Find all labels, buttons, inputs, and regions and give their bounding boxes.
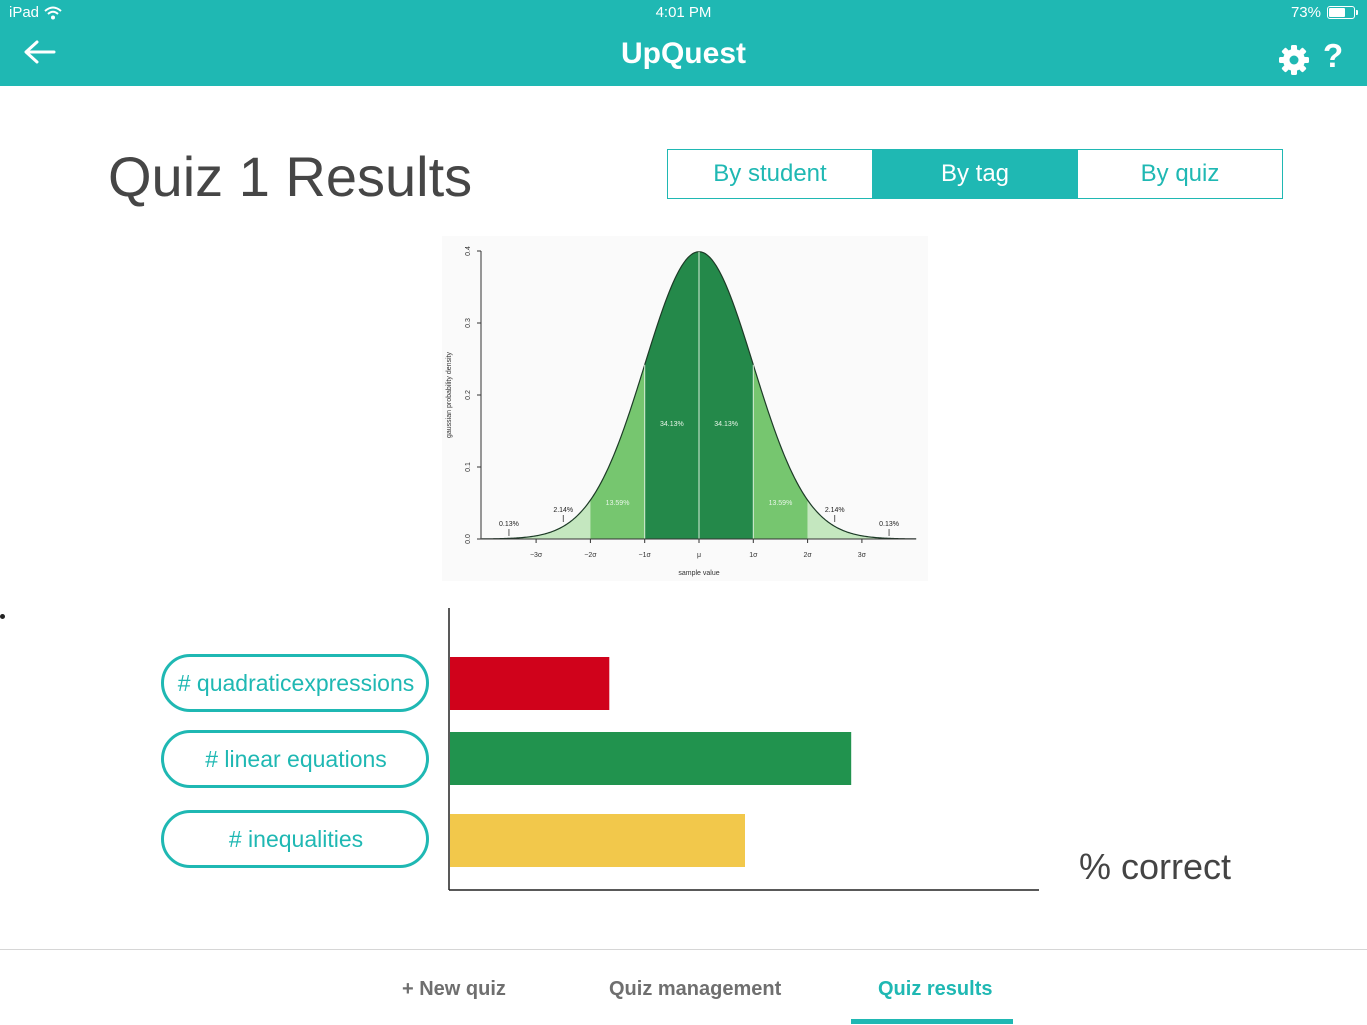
bar-3 — [450, 814, 745, 867]
x-axis-label: % correct — [1079, 846, 1232, 887]
region-percent-label: 0.13% — [499, 521, 519, 528]
tag-label: # inequalities — [228, 825, 364, 852]
x-tick-label: −3σ — [530, 552, 543, 559]
y-tick-label: 0.0 — [465, 534, 472, 544]
region-percent-label: 13.59% — [606, 500, 630, 507]
x-tick-label: −2σ — [584, 552, 597, 559]
x-tick-label: μ — [697, 552, 701, 559]
active-tab-indicator — [851, 1019, 1013, 1024]
battery-percent: 73% — [1290, 4, 1321, 21]
page-title: Quiz 1 Results — [108, 145, 473, 208]
battery-icon — [1327, 6, 1358, 19]
region-percent-label: 13.59% — [769, 500, 793, 507]
y-tick-label: 0.2 — [465, 390, 472, 400]
bottom-tab-quiz-results[interactable]: Quiz results — [878, 978, 992, 1001]
tab-by-quiz[interactable]: By quiz — [1077, 150, 1282, 198]
gear-icon[interactable] — [1278, 44, 1310, 76]
region-percent-label: 2.14% — [553, 507, 573, 514]
bottom-tab-new-quiz[interactable]: + New quiz — [402, 978, 506, 1001]
nav-bar: UpQuest ? — [0, 26, 1367, 86]
tag-label: # linear equations — [205, 745, 387, 772]
x-tick-label: 1σ — [749, 552, 758, 559]
bottom-tab-quiz-management[interactable]: Quiz management — [609, 978, 781, 1001]
y-tick-label: 0.1 — [465, 462, 472, 472]
region-percent-label: 0.13% — [879, 521, 899, 528]
status-bar: iPad 4:01 PM 73% — [0, 0, 1367, 26]
x-tick-label: 2σ — [803, 552, 812, 559]
bar-1 — [450, 657, 610, 710]
x-tick-label: −1σ — [639, 552, 652, 559]
tag-quadratic-expressions[interactable]: # quadraticexpressions — [161, 654, 429, 712]
tag-bar-chart — [448, 608, 1039, 891]
app-title: UpQuest — [620, 37, 746, 70]
stray-dot — [0, 614, 5, 619]
x-axis-title: sample value — [678, 570, 719, 577]
region-percent-label: 34.13% — [660, 421, 684, 428]
tag-label: # quadraticexpressions — [177, 669, 415, 696]
tag-inequalities[interactable]: # inequalities — [161, 810, 429, 868]
status-right: 73% — [1290, 4, 1358, 21]
region-percent-label: 34.13% — [714, 421, 738, 428]
y-tick-label: 0.3 — [465, 318, 472, 328]
region-percent-label: 2.14% — [825, 507, 845, 514]
help-icon[interactable]: ? — [1323, 37, 1343, 75]
bottom-divider — [0, 949, 1367, 950]
tag-linear-equations[interactable]: # linear equations — [161, 730, 429, 788]
x-tick-label: 3σ — [858, 552, 867, 559]
tab-by-tag[interactable]: By tag — [872, 150, 1077, 198]
tab-by-student[interactable]: By student — [668, 150, 872, 198]
status-time: 4:01 PM — [655, 4, 712, 21]
y-axis-title: gaussian probability density — [446, 352, 453, 438]
distribution-chart: 0.0 0.1 0.2 0.3 0.4 gaussian probability dens… — [442, 236, 928, 581]
view-segmented-control: By student By tag By quiz — [667, 149, 1283, 199]
battery-fill — [1329, 8, 1346, 17]
y-tick-label: 0.4 — [465, 246, 472, 256]
bar-2 — [450, 732, 852, 785]
